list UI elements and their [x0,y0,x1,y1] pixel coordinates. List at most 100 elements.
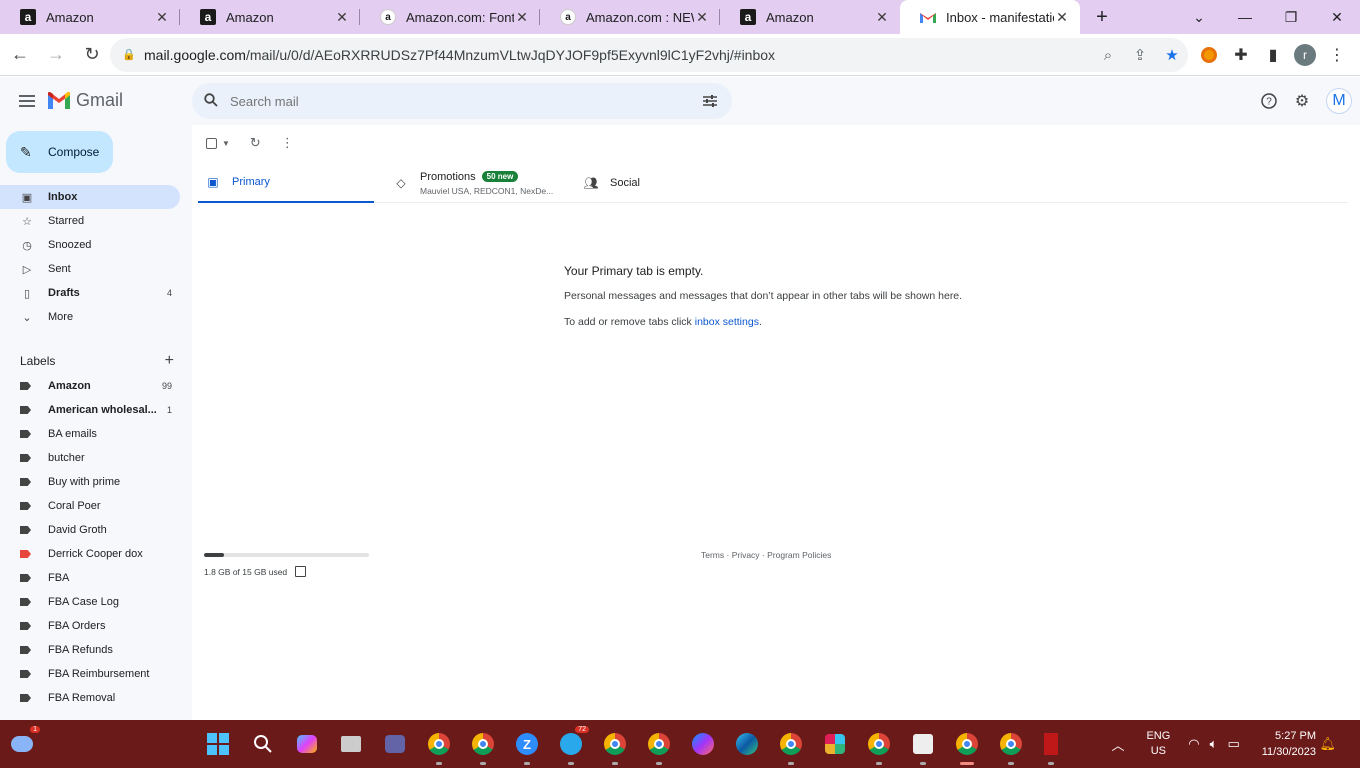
sidebar-label-item[interactable]: FBA Case Log [0,590,180,614]
sidebar-label-item[interactable]: David Groth [0,518,180,542]
sidebar-item-inbox[interactable]: ▣ Inbox [0,185,180,209]
browser-tab[interactable]: a Amazon.com : NEWM ✕ [540,0,720,34]
tab-search-icon[interactable]: ⌄ [1176,0,1222,34]
search-input[interactable] [230,93,694,109]
browser-tab[interactable]: a Amazon.com: Fontan ✕ [360,0,540,34]
sidebar-item-snoozed[interactable]: ◷ Snoozed [0,233,180,257]
chrome-icon[interactable] [601,730,629,765]
chrome-icon[interactable] [425,730,453,765]
input-language[interactable]: ENG US [1146,729,1170,759]
forward-icon[interactable]: → [40,39,72,71]
settings-gear-icon[interactable]: ⚙ [1290,89,1314,113]
zoom-app-icon[interactable]: Z [513,730,541,765]
close-tab-icon[interactable]: ✕ [1054,9,1070,26]
help-icon[interactable]: ? [1257,89,1281,113]
start-button-icon[interactable] [204,730,232,758]
footer-links[interactable]: Terms · Privacy · Program Policies [701,550,831,560]
sidebar-item-drafts[interactable]: ▯ Drafts 4 [0,281,180,305]
mcafee-icon[interactable] [1037,730,1065,765]
chevron-up-icon[interactable]: ︿ [1111,735,1124,754]
puzzle-icon[interactable]: ✚ [1225,39,1257,71]
sidebar-label-item[interactable]: FBA [0,566,180,590]
back-icon[interactable]: ← [4,39,36,71]
edge-icon[interactable] [733,730,761,758]
wifi-icon[interactable]: ◠ [1188,736,1199,752]
side-panel-icon[interactable]: ▮ [1257,39,1289,71]
restore-icon[interactable]: ❐ [1268,0,1314,34]
select-dropdown-icon[interactable]: ▼ [222,139,230,148]
close-tab-icon[interactable]: ✕ [874,9,890,26]
browser-tab[interactable]: a Amazon ✕ [720,0,900,34]
close-tab-icon[interactable]: ✕ [154,9,170,26]
sidebar-item-more[interactable]: ⌄ More [0,305,180,329]
search-icon[interactable] [249,730,277,758]
tab-title: Amazon.com: Fontan [406,9,514,25]
sidebar-label-item[interactable]: Buy with prime [0,470,180,494]
messenger-icon[interactable] [689,730,717,758]
extension-icon[interactable] [1193,39,1225,71]
share-icon[interactable]: ⇪ [1124,40,1156,70]
sidebar-label-item[interactable]: American wholesal... 1 [0,398,180,422]
sidebar-label-item[interactable]: FBA Removal [0,686,180,710]
search-icon[interactable] [204,93,220,109]
reload-icon[interactable]: ↻ [76,39,108,71]
close-tab-icon[interactable]: ✕ [694,9,710,26]
sidebar-item-sent[interactable]: ▷ Sent [0,257,180,281]
profile-avatar[interactable]: r [1289,39,1321,71]
tab-promotions[interactable]: ◇ Promotions 50 new Mauviel USA, REDCON1… [394,163,564,203]
sidebar-label-item[interactable]: FBA Reimbursement [0,662,180,686]
minimize-icon[interactable]: — [1222,0,1268,34]
gmail-logo[interactable]: Gmail [48,90,123,111]
chrome-icon[interactable] [469,730,497,765]
notification-bell-icon[interactable]: 🔔︎ [1319,736,1336,752]
compose-button[interactable]: ✎ Compose [6,131,113,173]
browser-toolbar: ← → ↻ 🔒 mail.google.com/mail/u/0/d/AEoRX… [0,34,1360,76]
copilot-icon[interactable] [293,730,321,758]
browser-tab[interactable]: a Amazon ✕ [180,0,360,34]
external-link-icon[interactable] [295,566,307,577]
more-options-icon[interactable]: ⋮ [281,135,294,151]
close-tab-icon[interactable]: ✕ [334,9,350,26]
browser-tab[interactable]: a Amazon ✕ [0,0,180,34]
battery-icon[interactable]: ▭ [1227,736,1239,752]
tab-primary[interactable]: ▣ Primary [198,163,374,203]
menu-kebab-icon[interactable]: ⋮ [1321,39,1353,71]
select-all-checkbox[interactable] [206,137,217,149]
slack-icon[interactable] [821,730,849,758]
main-menu-icon[interactable] [13,89,41,113]
chrome-icon-active[interactable] [953,730,981,765]
bookmark-star-icon[interactable]: ★ [1156,40,1188,70]
task-view-icon[interactable] [337,730,365,758]
tab-social[interactable]: 👥︎ Social [583,163,754,203]
chrome-icon[interactable] [645,730,673,765]
add-label-icon[interactable]: + [165,352,174,370]
address-bar[interactable]: 🔒 mail.google.com/mail/u/0/d/AEoRXRRUDSz… [110,38,1188,72]
sidebar-label-item[interactable]: BA emails [0,422,180,446]
zoom-icon[interactable]: ⌕ [1092,40,1124,70]
new-tab-button[interactable]: + [1080,0,1124,34]
teams-icon[interactable] [381,730,409,758]
volume-icon[interactable]: 🔈︎ [1210,736,1218,752]
telegram-icon[interactable]: 72 [557,726,589,765]
weather-widget-icon[interactable]: 1 [8,726,40,758]
sidebar-item-starred[interactable]: ☆ Starred [0,209,180,233]
close-tab-icon[interactable]: ✕ [514,9,530,26]
clock[interactable]: 5:27 PM 11/30/2023 [1262,728,1316,760]
sidebar-label-item[interactable]: Coral Poer [0,494,180,518]
inbox-settings-link[interactable]: inbox settings [695,316,759,328]
browser-tab-active[interactable]: Inbox - manifestation ✕ [900,0,1080,34]
amazon-favicon-icon: a [560,9,576,25]
sidebar-label-item[interactable]: FBA Orders [0,614,180,638]
refresh-icon[interactable]: ↻ [250,135,261,151]
account-avatar[interactable]: M [1326,88,1352,114]
search-options-icon[interactable] [694,85,726,117]
close-window-icon[interactable]: ✕ [1314,0,1360,34]
sidebar-label-item[interactable]: Derrick Cooper dox [0,542,180,566]
chrome-icon[interactable] [865,730,893,765]
chrome-icon[interactable] [777,730,805,765]
sidebar-label-item[interactable]: butcher [0,446,180,470]
sidebar-label-item[interactable]: Amazon 99 [0,374,180,398]
sidebar-label-item[interactable]: FBA Refunds [0,638,180,662]
snipping-tool-icon[interactable] [909,730,937,765]
chrome-icon[interactable] [997,730,1025,765]
